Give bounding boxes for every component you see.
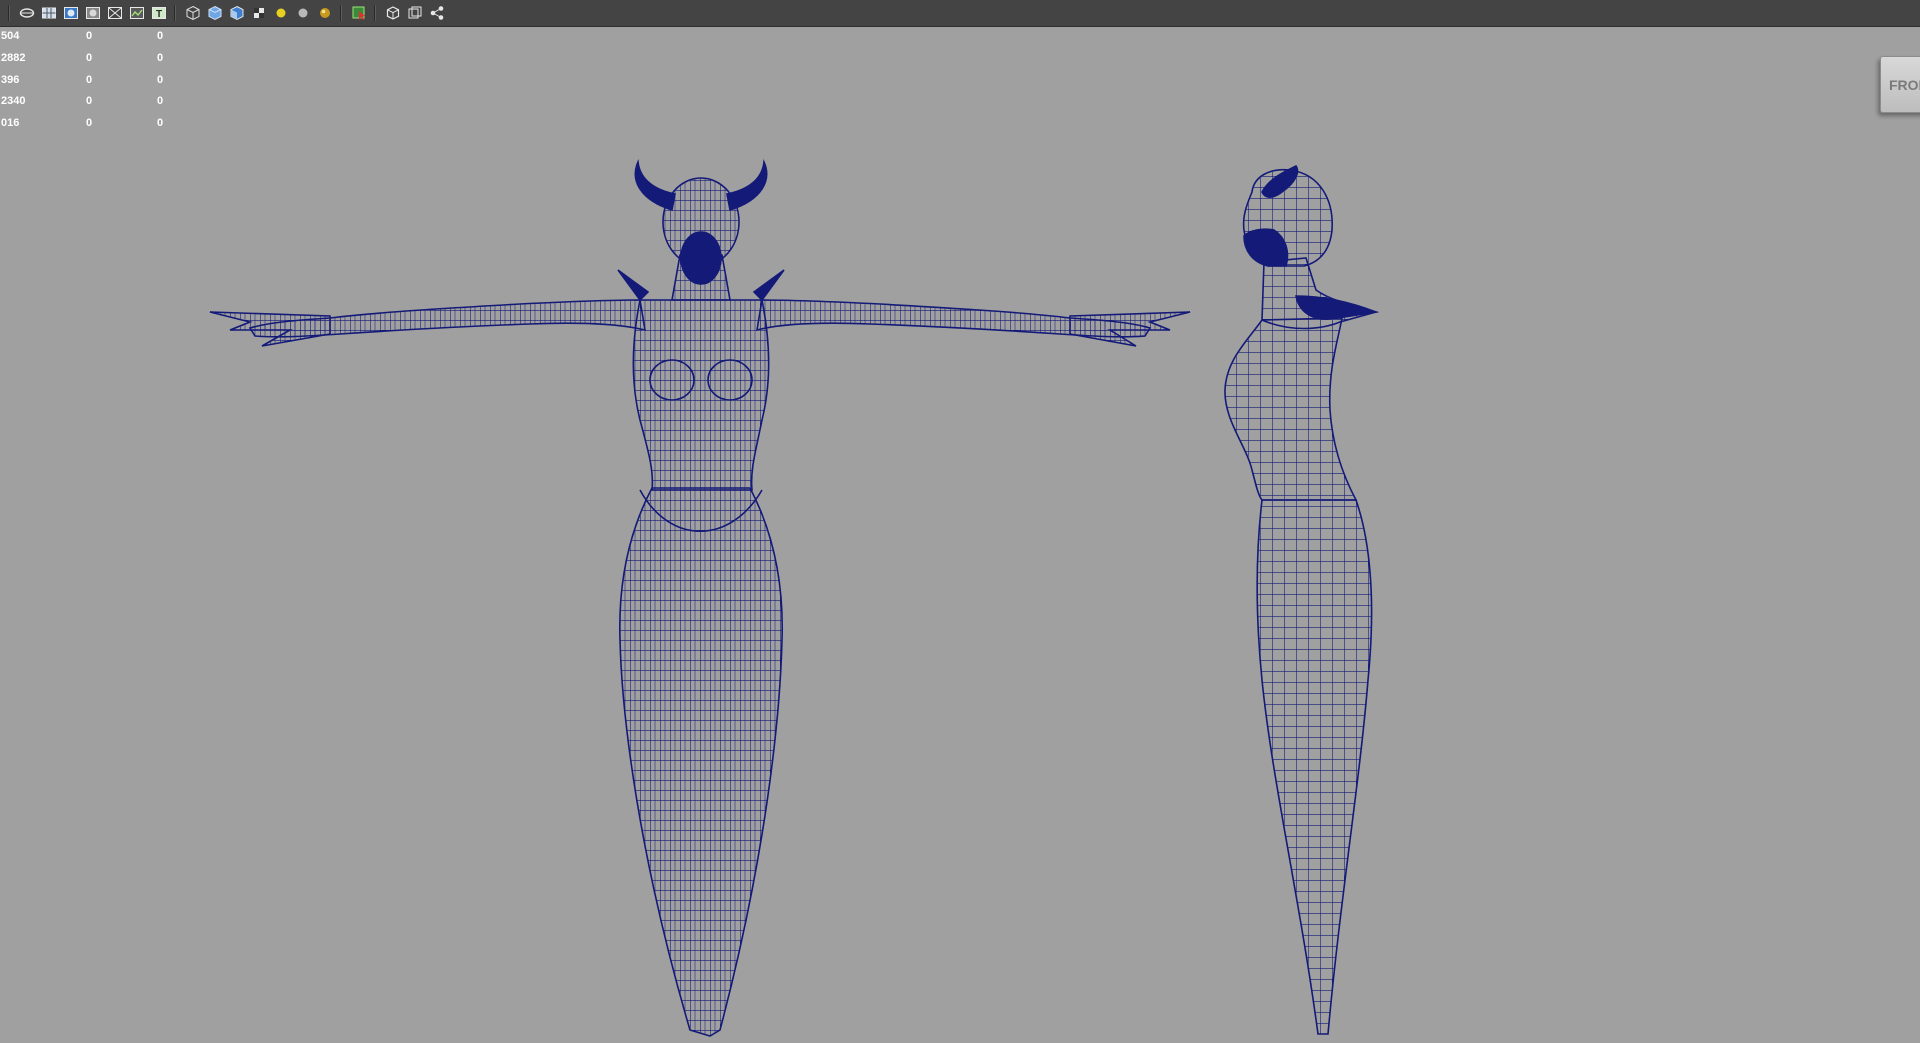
text-overlay-icon[interactable]: T <box>150 4 168 22</box>
flat-shade-icon[interactable] <box>84 4 102 22</box>
toolbar-separator <box>374 5 376 21</box>
grid-panel-icon[interactable] <box>40 4 58 22</box>
cube-wire-icon[interactable] <box>184 4 202 22</box>
select-tool-icon[interactable] <box>350 4 368 22</box>
3d-viewport[interactable] <box>0 27 1920 1038</box>
panel-toolbar: T <box>0 0 1920 27</box>
yellow-light-icon[interactable] <box>272 4 290 22</box>
shaded-sphere-icon[interactable] <box>62 4 80 22</box>
side-view-wireframe[interactable] <box>1224 164 1380 1035</box>
toolbar-separator <box>174 5 176 21</box>
gold-light-icon[interactable] <box>316 4 334 22</box>
isolate-cube-icon[interactable] <box>384 4 402 22</box>
xray-icon[interactable] <box>106 4 124 22</box>
wireframe-shade-icon[interactable] <box>18 4 36 22</box>
svg-text:T: T <box>156 9 162 20</box>
viewport-canvas <box>209 158 1380 1037</box>
share-nodes-icon[interactable] <box>428 4 446 22</box>
front-view-wireframe[interactable] <box>209 158 1191 1037</box>
toolbar-separator <box>340 5 342 21</box>
texture-map-icon[interactable] <box>128 4 146 22</box>
cube-shaded-icon[interactable] <box>228 4 246 22</box>
frame-all-icon[interactable] <box>406 4 424 22</box>
gray-light-icon[interactable] <box>294 4 312 22</box>
checker-icon[interactable] <box>250 4 268 22</box>
cube-smooth-icon[interactable] <box>206 4 224 22</box>
toolbar-separator <box>8 5 10 21</box>
